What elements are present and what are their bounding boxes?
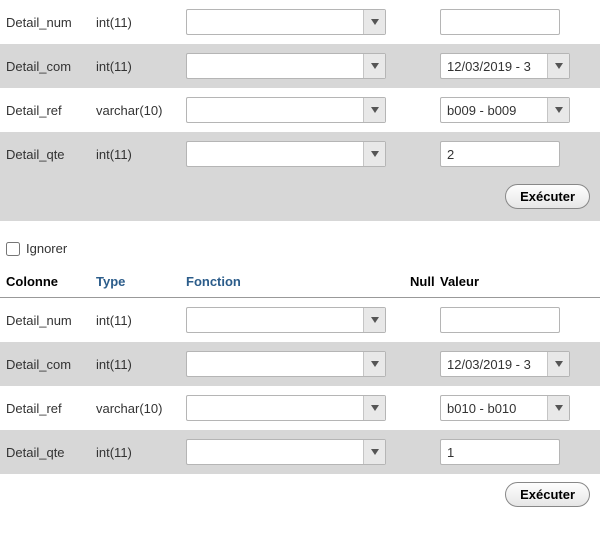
ignore-checkbox[interactable]	[6, 242, 20, 256]
ignore-label: Ignorer	[26, 241, 67, 256]
table-header: Colonne Type Fonction Null Valeur	[0, 266, 600, 298]
table-row: Detail_com int(11) 12/03/2019 - 3	[0, 342, 600, 386]
chevron-down-icon	[363, 396, 385, 420]
field-value-cell	[440, 141, 594, 167]
chevron-down-icon	[363, 308, 385, 332]
form-block-2: Detail_num int(11) Detail_com int(11) 12…	[0, 298, 600, 519]
func-select[interactable]	[186, 395, 386, 421]
field-name: Detail_com	[6, 59, 96, 74]
chevron-down-icon	[547, 352, 569, 376]
field-name: Detail_qte	[6, 147, 96, 162]
table-row: Detail_qte int(11)	[0, 430, 600, 474]
field-func-cell	[186, 97, 406, 123]
execute-row: Exécuter	[0, 474, 600, 519]
field-type: int(11)	[96, 445, 186, 460]
value-select[interactable]: 12/03/2019 - 3	[440, 53, 570, 79]
header-type[interactable]: Type	[96, 274, 186, 289]
value-input[interactable]	[440, 439, 560, 465]
field-name: Detail_qte	[6, 445, 96, 460]
field-func-cell	[186, 9, 406, 35]
chevron-down-icon	[547, 396, 569, 420]
chevron-down-icon	[547, 98, 569, 122]
chevron-down-icon	[363, 440, 385, 464]
field-name: Detail_num	[6, 313, 96, 328]
field-value-cell: 12/03/2019 - 3	[440, 53, 594, 79]
chevron-down-icon	[363, 352, 385, 376]
field-name: Detail_ref	[6, 103, 96, 118]
value-input[interactable]	[440, 9, 560, 35]
func-select[interactable]	[186, 53, 386, 79]
field-func-cell	[186, 351, 406, 377]
func-select[interactable]	[186, 141, 386, 167]
field-func-cell	[186, 307, 406, 333]
field-type: varchar(10)	[96, 401, 186, 416]
form-block-1: Detail_num int(11) Detail_com int(11) 12…	[0, 0, 600, 221]
field-name: Detail_ref	[6, 401, 96, 416]
field-value-cell: 12/03/2019 - 3	[440, 351, 594, 377]
table-row: Detail_ref varchar(10) b009 - b009	[0, 88, 600, 132]
table-row: Detail_num int(11)	[0, 298, 600, 342]
field-value-cell: b009 - b009	[440, 97, 594, 123]
field-value-cell	[440, 439, 594, 465]
func-select[interactable]	[186, 351, 386, 377]
value-input[interactable]	[440, 141, 560, 167]
header-null: Null	[406, 274, 440, 289]
func-select[interactable]	[186, 97, 386, 123]
chevron-down-icon	[363, 54, 385, 78]
func-select[interactable]	[186, 9, 386, 35]
field-value-cell	[440, 9, 594, 35]
table-row: Detail_qte int(11)	[0, 132, 600, 176]
field-type: varchar(10)	[96, 103, 186, 118]
execute-row: Exécuter	[0, 176, 600, 221]
table-row: Detail_com int(11) 12/03/2019 - 3	[0, 44, 600, 88]
header-fonction[interactable]: Fonction	[186, 274, 406, 289]
field-func-cell	[186, 439, 406, 465]
field-func-cell	[186, 53, 406, 79]
table-row: Detail_num int(11)	[0, 0, 600, 44]
field-name: Detail_num	[6, 15, 96, 30]
execute-button[interactable]: Exécuter	[505, 184, 590, 209]
execute-button[interactable]: Exécuter	[505, 482, 590, 507]
value-select[interactable]: b010 - b010	[440, 395, 570, 421]
field-type: int(11)	[96, 147, 186, 162]
field-type: int(11)	[96, 15, 186, 30]
ignore-row: Ignorer	[0, 229, 600, 266]
chevron-down-icon	[363, 98, 385, 122]
field-name: Detail_com	[6, 357, 96, 372]
chevron-down-icon	[363, 10, 385, 34]
field-type: int(11)	[96, 313, 186, 328]
field-func-cell	[186, 141, 406, 167]
chevron-down-icon	[363, 142, 385, 166]
value-input[interactable]	[440, 307, 560, 333]
field-value-cell: b010 - b010	[440, 395, 594, 421]
header-valeur: Valeur	[440, 274, 594, 289]
field-type: int(11)	[96, 357, 186, 372]
field-type: int(11)	[96, 59, 186, 74]
value-select[interactable]: b009 - b009	[440, 97, 570, 123]
field-func-cell	[186, 395, 406, 421]
func-select[interactable]	[186, 439, 386, 465]
field-value-cell	[440, 307, 594, 333]
chevron-down-icon	[547, 54, 569, 78]
header-colonne: Colonne	[6, 274, 96, 289]
func-select[interactable]	[186, 307, 386, 333]
table-row: Detail_ref varchar(10) b010 - b010	[0, 386, 600, 430]
value-select[interactable]: 12/03/2019 - 3	[440, 351, 570, 377]
